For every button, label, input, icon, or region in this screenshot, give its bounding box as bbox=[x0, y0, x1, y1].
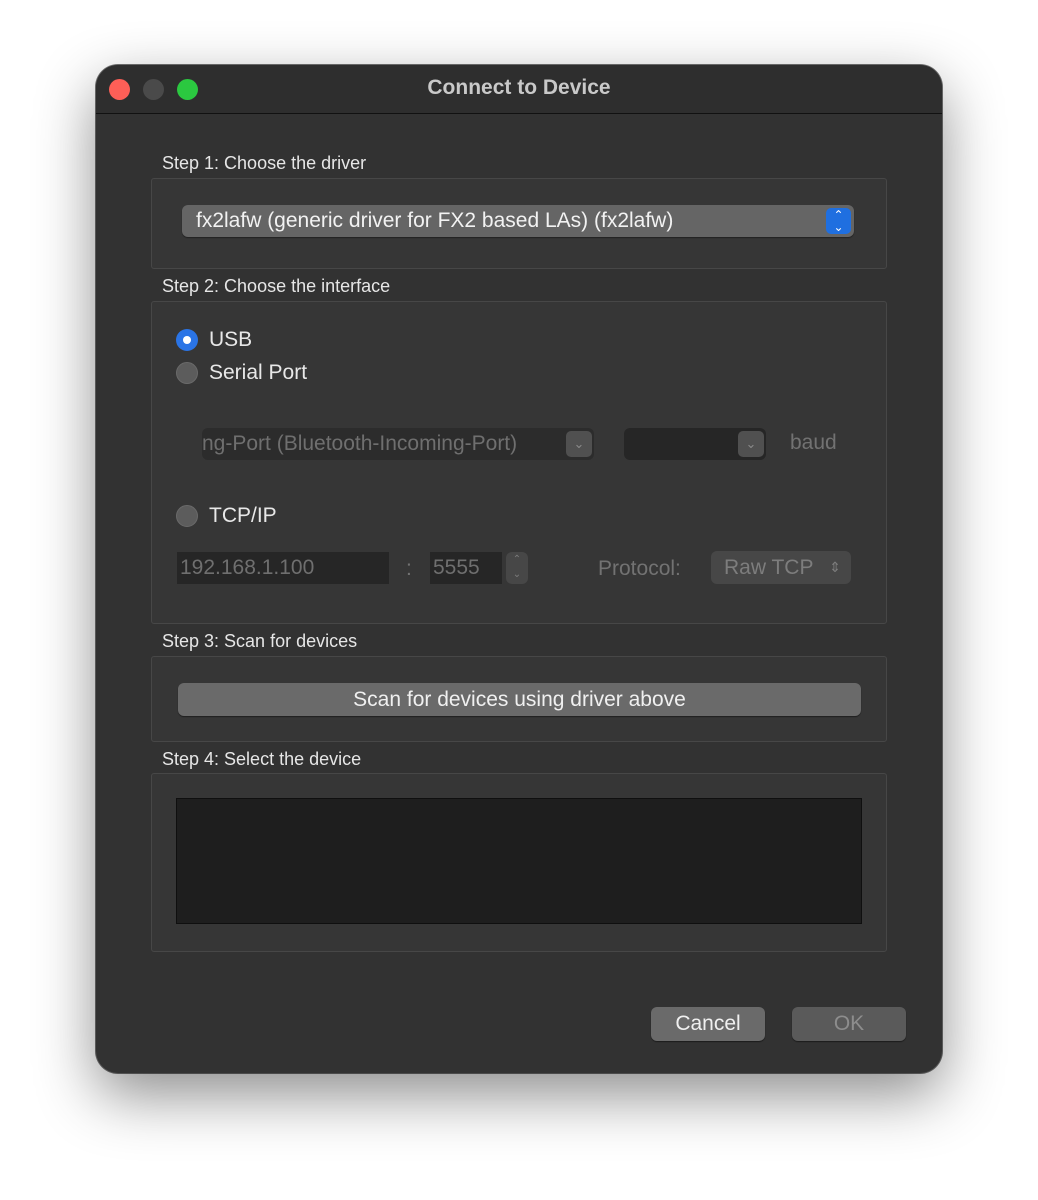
serial-port-value: ng-Port (Bluetooth-Incoming-Port) bbox=[202, 432, 518, 455]
connect-dialog: Connect to Device Step 1: Choose the dri… bbox=[96, 65, 942, 1073]
baud-label: baud bbox=[790, 431, 837, 454]
serial-port-combo[interactable]: ng-Port (Bluetooth-Incoming-Port) bbox=[202, 428, 594, 460]
device-list[interactable] bbox=[176, 798, 862, 924]
title-bar[interactable]: Connect to Device bbox=[96, 65, 942, 114]
driver-group: fx2lafw (generic driver for FX2 based LA… bbox=[151, 178, 887, 269]
scan-devices-button[interactable]: Scan for devices using driver above bbox=[178, 683, 861, 716]
step4-label: Step 4: Select the device bbox=[162, 749, 362, 769]
chevron-updown-icon: ⇕ bbox=[829, 559, 841, 575]
tcpip-radio-label[interactable]: TCP/IP bbox=[209, 504, 277, 528]
serial-port-radio[interactable] bbox=[176, 362, 198, 384]
tcpip-radio[interactable] bbox=[176, 505, 198, 527]
protocol-label: Protocol: bbox=[598, 557, 681, 580]
host-input-placeholder: 192.168.1.100 bbox=[180, 556, 315, 579]
ok-button[interactable]: OK bbox=[792, 1007, 906, 1041]
step2-label: Step 2: Choose the interface bbox=[162, 276, 391, 296]
protocol-select[interactable]: Raw TCP ⇕ bbox=[711, 551, 851, 584]
window-title: Connect to Device bbox=[427, 76, 611, 99]
step1-label: Step 1: Choose the driver bbox=[162, 153, 367, 173]
select-stepper-icon: ⌃ ⌄ bbox=[826, 208, 851, 234]
device-group bbox=[151, 773, 887, 952]
port-stepper-icon[interactable]: ⌃ ⌄ bbox=[506, 552, 528, 584]
baud-chevron-down-icon[interactable]: ⌄ bbox=[738, 431, 764, 457]
port-input-placeholder: 5555 bbox=[433, 556, 480, 579]
cancel-button[interactable]: Cancel bbox=[651, 1007, 765, 1041]
serial-port-radio-label[interactable]: Serial Port bbox=[209, 361, 307, 385]
host-port-separator: : bbox=[406, 557, 412, 580]
host-input[interactable]: 192.168.1.100 bbox=[177, 552, 389, 584]
protocol-select-value: Raw TCP bbox=[724, 556, 814, 579]
scan-group: Scan for devices using driver above bbox=[151, 656, 887, 742]
serial-port-chevron-down-icon[interactable]: ⌄ bbox=[566, 431, 592, 457]
usb-radio[interactable] bbox=[176, 329, 198, 351]
step3-label: Step 3: Scan for devices bbox=[162, 631, 358, 651]
port-input[interactable]: 5555 bbox=[430, 552, 502, 584]
driver-select-value: fx2lafw (generic driver for FX2 based LA… bbox=[196, 209, 674, 232]
usb-radio-label[interactable]: USB bbox=[209, 328, 252, 352]
interface-group: USB Serial Port ng-Port (Bluetooth-Incom… bbox=[151, 301, 887, 624]
driver-select[interactable]: fx2lafw (generic driver for FX2 based LA… bbox=[182, 205, 854, 237]
